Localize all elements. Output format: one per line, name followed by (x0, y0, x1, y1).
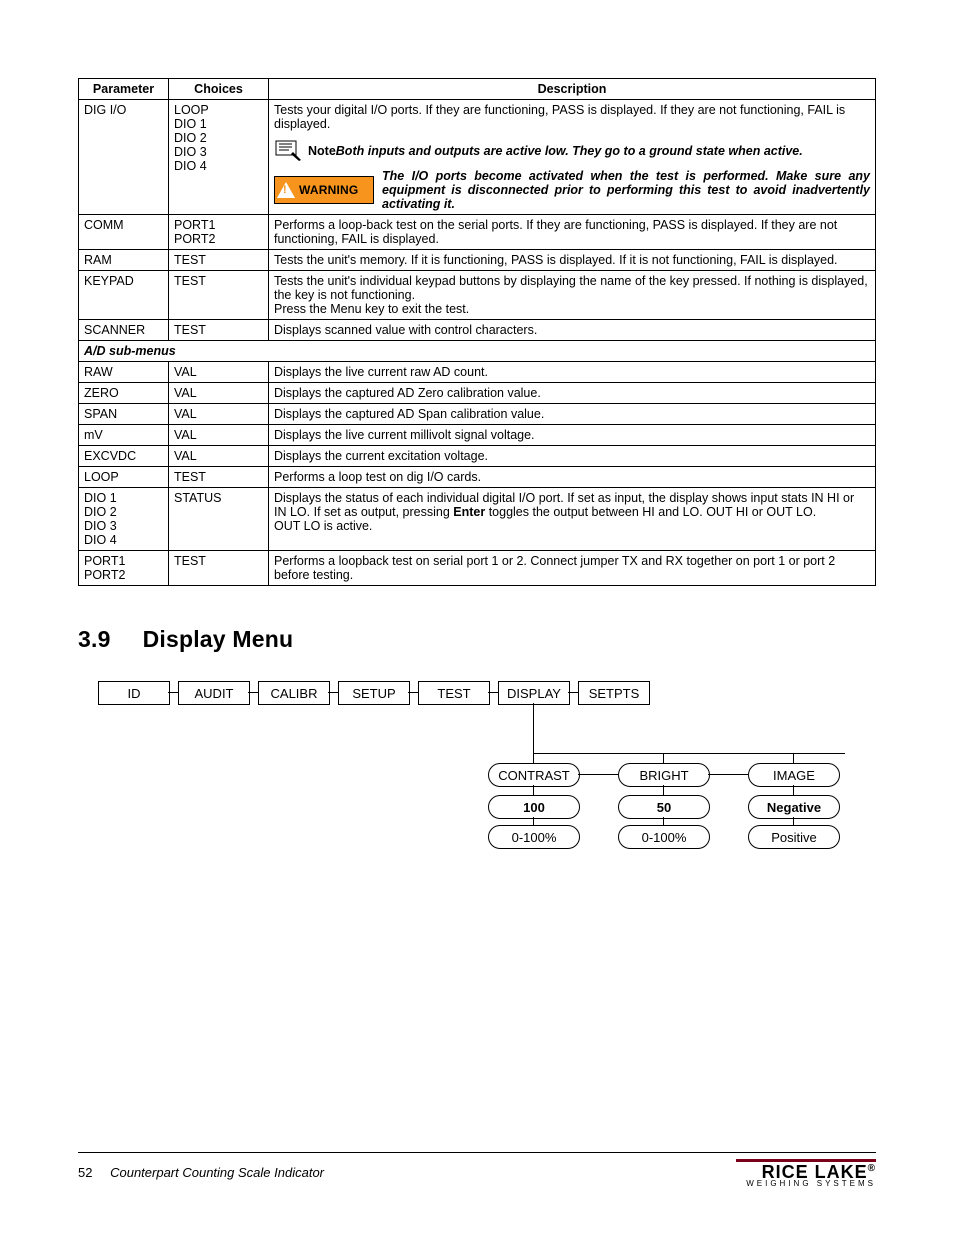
param-cell: EXCVDC (79, 446, 169, 467)
table-row: SCANNER TEST Displays scanned value with… (79, 320, 876, 341)
desc-cell: Tests your digital I/O ports. If they ar… (269, 100, 876, 215)
menu-box-test: TEST (418, 681, 490, 705)
menu-box-calibr: CALIBR (258, 681, 330, 705)
table-row: RAM TEST Tests the unit's memory. If it … (79, 250, 876, 271)
th-choices: Choices (169, 79, 269, 100)
table-row: mV VAL Displays the live current millivo… (79, 425, 876, 446)
param-cell: mV (79, 425, 169, 446)
table-row: PORT1 PORT2 TEST Performs a loopback tes… (79, 551, 876, 586)
param-cell: DIG I/O (79, 100, 169, 215)
param-cell: RAM (79, 250, 169, 271)
table-row: LOOP TEST Performs a loop test on dig I/… (79, 467, 876, 488)
menu-pill-contrast: CONTRAST (488, 763, 580, 787)
desc-cell: Displays the current excitation voltage. (269, 446, 876, 467)
menu-value-contrast: 100 (488, 795, 580, 819)
doc-title: Counterpart Counting Scale Indicator (110, 1165, 324, 1180)
choices-cell: VAL (169, 383, 269, 404)
desc-cell: Tests the unit's individual keypad butto… (269, 271, 876, 320)
menu-diagram: ID AUDIT CALIBR SETUP TEST DISPLAY SETPT… (78, 681, 876, 901)
desc-bold: Enter (453, 505, 485, 519)
param-cell: DIO 1 DIO 2 DIO 3 DIO 4 (79, 488, 169, 551)
choices-cell: VAL (169, 446, 269, 467)
desc-cell: Displays scanned value with control char… (269, 320, 876, 341)
param-cell: PORT1 PORT2 (79, 551, 169, 586)
menu-box-display: DISPLAY (498, 681, 570, 705)
param-cell: ZERO (79, 383, 169, 404)
registered-icon: ® (868, 1163, 876, 1174)
menu-pill-bright: BRIGHT (618, 763, 710, 787)
subhead-text: A/D sub-menus (79, 341, 876, 362)
section-number: 3.9 (78, 626, 111, 652)
choices-cell: VAL (169, 425, 269, 446)
table-row: KEYPAD TEST Tests the unit's individual … (79, 271, 876, 320)
page-number: 52 (78, 1165, 92, 1180)
table-row: SPAN VAL Displays the captured AD Span c… (79, 404, 876, 425)
table-row: RAW VAL Displays the live current raw AD… (79, 362, 876, 383)
choices-cell: TEST (169, 250, 269, 271)
menu-box-setpts: SETPTS (578, 681, 650, 705)
desc-cell: Performs a loopback test on serial port … (269, 551, 876, 586)
desc-cell: Tests the unit's memory. If it is functi… (269, 250, 876, 271)
desc-cell: Performs a loop-back test on the serial … (269, 215, 876, 250)
desc-cell: Displays the live current millivolt sign… (269, 425, 876, 446)
section-title: Display Menu (143, 626, 294, 652)
menu-box-setup: SETUP (338, 681, 410, 705)
table-row: COMM PORT1 PORT2 Performs a loop-back te… (79, 215, 876, 250)
desc-cell: Displays the live current raw AD count. (269, 362, 876, 383)
choices-cell: VAL (169, 404, 269, 425)
choices-cell: STATUS (169, 488, 269, 551)
logo-subtext: WEIGHING SYSTEMS (736, 1180, 876, 1187)
warning-label: WARNING (299, 183, 358, 197)
desc-text: Tests your digital I/O ports. If they ar… (274, 103, 845, 131)
choices-cell: TEST (169, 320, 269, 341)
choices-cell: TEST (169, 551, 269, 586)
warning-icon (277, 182, 295, 198)
desc-cell: Performs a loop test on dig I/O cards. (269, 467, 876, 488)
choices-cell: VAL (169, 362, 269, 383)
warning-text: The I/O ports become activated when the … (382, 169, 870, 211)
th-parameter: Parameter (79, 79, 169, 100)
menu-pill-image: IMAGE (748, 763, 840, 787)
desc-cell: Displays the captured AD Zero calibratio… (269, 383, 876, 404)
choices-cell: TEST (169, 271, 269, 320)
param-cell: KEYPAD (79, 271, 169, 320)
parameter-table: Parameter Choices Description DIG I/O LO… (78, 78, 876, 586)
menu-box-audit: AUDIT (178, 681, 250, 705)
param-cell: SPAN (79, 404, 169, 425)
note-text: Both inputs and outputs are active low. … (336, 144, 803, 158)
menu-range-image: Positive (748, 825, 840, 849)
warning-badge: WARNING (274, 176, 374, 204)
menu-value-image: Negative (748, 795, 840, 819)
table-row: EXCVDC VAL Displays the current excitati… (79, 446, 876, 467)
section-heading: 3.9 Display Menu (78, 626, 876, 653)
param-cell: COMM (79, 215, 169, 250)
menu-value-bright: 50 (618, 795, 710, 819)
menu-range-contrast: 0-100% (488, 825, 580, 849)
table-subheading: A/D sub-menus (79, 341, 876, 362)
page-footer: 52 Counterpart Counting Scale Indicator … (78, 1152, 876, 1187)
param-cell: LOOP (79, 467, 169, 488)
menu-box-id: ID (98, 681, 170, 705)
desc-cell: Displays the captured AD Span calibratio… (269, 404, 876, 425)
th-description: Description (269, 79, 876, 100)
menu-range-bright: 0-100% (618, 825, 710, 849)
choices-cell: LOOP DIO 1 DIO 2 DIO 3 DIO 4 (169, 100, 269, 215)
note-label: Note (308, 144, 336, 158)
param-cell: SCANNER (79, 320, 169, 341)
desc-cell: Displays the status of each individual d… (269, 488, 876, 551)
note-icon (274, 139, 304, 163)
table-row: ZERO VAL Displays the captured AD Zero c… (79, 383, 876, 404)
table-row: DIG I/O LOOP DIO 1 DIO 2 DIO 3 DIO 4 Tes… (79, 100, 876, 215)
param-cell: RAW (79, 362, 169, 383)
choices-cell: TEST (169, 467, 269, 488)
brand-logo: RICE LAKE® WEIGHING SYSTEMS (736, 1159, 876, 1187)
choices-cell: PORT1 PORT2 (169, 215, 269, 250)
table-row: DIO 1 DIO 2 DIO 3 DIO 4 STATUS Displays … (79, 488, 876, 551)
